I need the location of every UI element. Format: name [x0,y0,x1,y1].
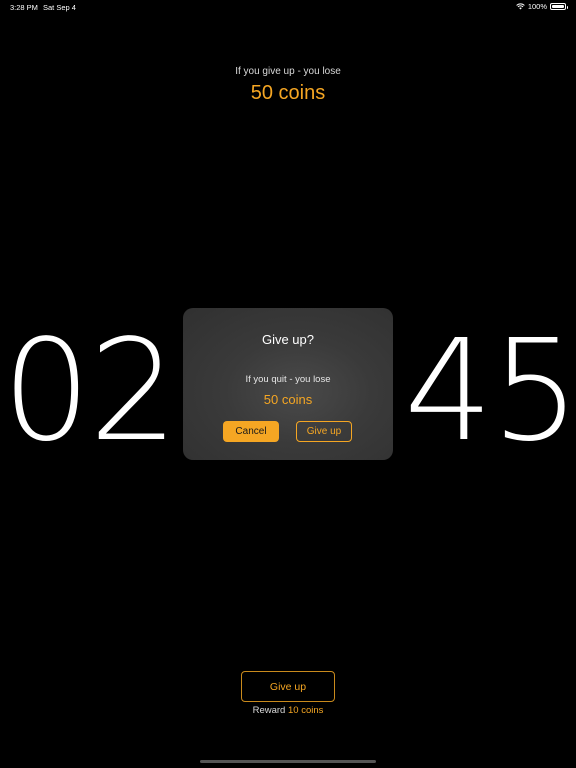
dialog-give-up-button[interactable]: Give up [296,421,352,442]
reward-label: Reward [252,705,286,716]
cancel-button[interactable]: Cancel [223,421,279,442]
top-warning-coins: 50 coins [250,82,326,104]
reward-line: Reward 10 coins [0,705,576,716]
timer-minutes: 02 [2,310,178,473]
give-up-dialog: Give up? If you quit - you lose 50 coins… [183,308,393,460]
give-up-button[interactable]: Give up [241,671,335,702]
timer-seconds: 45 [404,310,576,473]
status-date: Sat Sep 4 [43,3,76,12]
status-right: 100% [516,2,568,11]
battery-fill [552,5,564,8]
wifi-icon [516,3,525,10]
status-bar: 3:28 PM Sat Sep 4 100% [0,0,576,14]
reward-coins: 10 coins [288,705,324,716]
home-indicator[interactable] [200,760,376,763]
dialog-title: Give up? [261,332,315,347]
top-warning: If you give up - you lose 50 coins [0,66,576,105]
app-screen: 3:28 PM Sat Sep 4 100% If you give up - … [0,0,576,768]
dialog-message: If you quit - you lose [245,374,331,385]
top-warning-text: If you give up - you lose [235,66,341,77]
status-time: 3:28 PM [10,3,38,12]
battery-icon [550,3,568,10]
dialog-coins: 50 coins [263,392,313,407]
battery-percent: 100% [527,2,547,11]
